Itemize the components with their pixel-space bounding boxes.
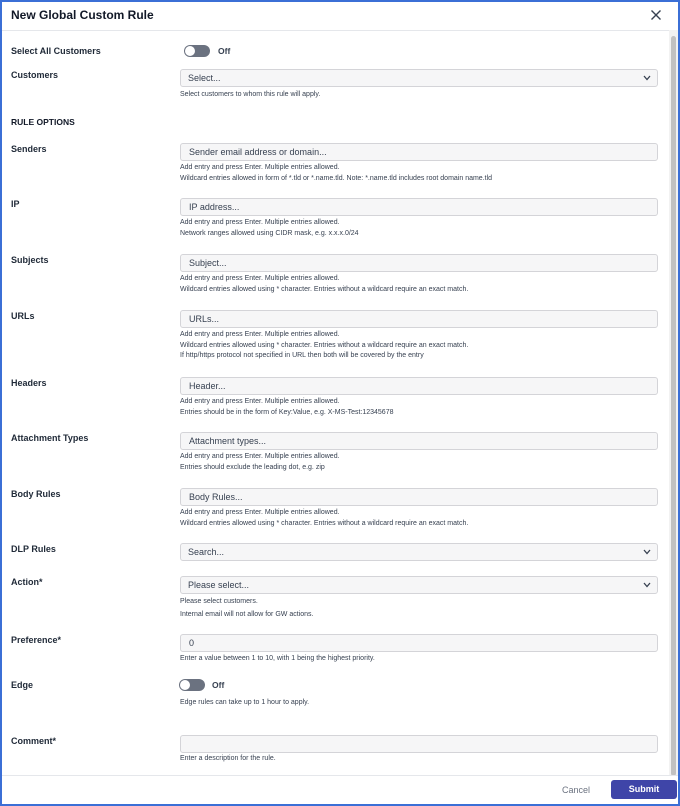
body-rules-label: Body Rules: [11, 489, 61, 499]
edge-label: Edge: [11, 680, 34, 690]
scrollbar[interactable]: [669, 30, 678, 778]
cancel-button[interactable]: Cancel: [562, 785, 590, 795]
action-select[interactable]: Please select...: [180, 576, 658, 594]
action-label: Action*: [11, 577, 43, 587]
customers-help: Select customers to whom this rule will …: [180, 91, 321, 98]
close-icon[interactable]: [648, 7, 664, 23]
chevron-down-icon: [643, 549, 651, 555]
headers-input[interactable]: [180, 377, 658, 395]
preference-help: Enter a value between 1 to 10, with 1 be…: [180, 655, 375, 662]
ip-label: IP: [11, 199, 20, 209]
preference-label: Preference*: [11, 635, 62, 645]
dlp-rules-label: DLP Rules: [11, 544, 56, 554]
subjects-label: Subjects: [11, 255, 49, 265]
urls-input[interactable]: [180, 310, 658, 328]
headers-help: Add entry and press Enter. Multiple entr…: [180, 398, 394, 416]
attachment-types-input[interactable]: [180, 432, 658, 450]
attachment-types-help: Add entry and press Enter. Multiple entr…: [180, 453, 340, 471]
senders-input[interactable]: [180, 143, 658, 161]
custom-rule-dialog: New Global Custom Rule Select All Custom…: [0, 0, 680, 806]
select-all-toggle[interactable]: [184, 45, 210, 57]
dlp-rules-select[interactable]: Search...: [180, 543, 658, 561]
body-rules-input[interactable]: [180, 488, 658, 506]
rule-options-heading: RULE OPTIONS: [11, 117, 75, 127]
preference-input[interactable]: [180, 634, 658, 652]
dialog-header: New Global Custom Rule: [2, 2, 678, 31]
ip-input[interactable]: [180, 198, 658, 216]
urls-label: URLs: [11, 311, 35, 321]
subjects-help: Add entry and press Enter. Multiple entr…: [180, 275, 469, 293]
scrollbar-thumb[interactable]: [671, 36, 676, 776]
edge-toggle[interactable]: [179, 679, 205, 691]
submit-button[interactable]: Submit: [611, 780, 677, 799]
customers-select[interactable]: Select...: [180, 69, 658, 87]
dlp-rules-select-value: Search...: [188, 547, 225, 557]
chevron-down-icon: [643, 582, 651, 588]
dialog-title: New Global Custom Rule: [11, 8, 154, 22]
customers-select-value: Select...: [188, 73, 221, 83]
urls-help: Add entry and press Enter. Multiple entr…: [180, 331, 469, 359]
body-rules-help: Add entry and press Enter. Multiple entr…: [180, 509, 469, 527]
chevron-down-icon: [643, 75, 651, 81]
edge-state: Off: [212, 680, 225, 690]
subjects-input[interactable]: [180, 254, 658, 272]
action-select-value: Please select...: [188, 580, 250, 590]
senders-help: Add entry and press Enter. Multiple entr…: [180, 164, 493, 182]
comment-help: Enter a description for the rule.: [180, 755, 276, 762]
toggle-knob: [180, 680, 190, 690]
headers-label: Headers: [11, 378, 47, 388]
customers-label: Customers: [11, 70, 59, 80]
select-all-state: Off: [218, 46, 231, 56]
toggle-knob: [185, 46, 195, 56]
comment-label: Comment*: [11, 736, 57, 746]
edge-help: Edge rules can take up to 1 hour to appl…: [180, 699, 310, 706]
dialog-footer: Cancel Submit: [2, 775, 678, 804]
action-help: Please select customers. Internal email …: [180, 598, 314, 618]
select-all-label: Select All Customers: [11, 46, 101, 56]
comment-input[interactable]: [180, 735, 658, 753]
senders-label: Senders: [11, 144, 47, 154]
attachment-types-label: Attachment Types: [11, 433, 89, 443]
ip-help: Add entry and press Enter. Multiple entr…: [180, 219, 359, 237]
